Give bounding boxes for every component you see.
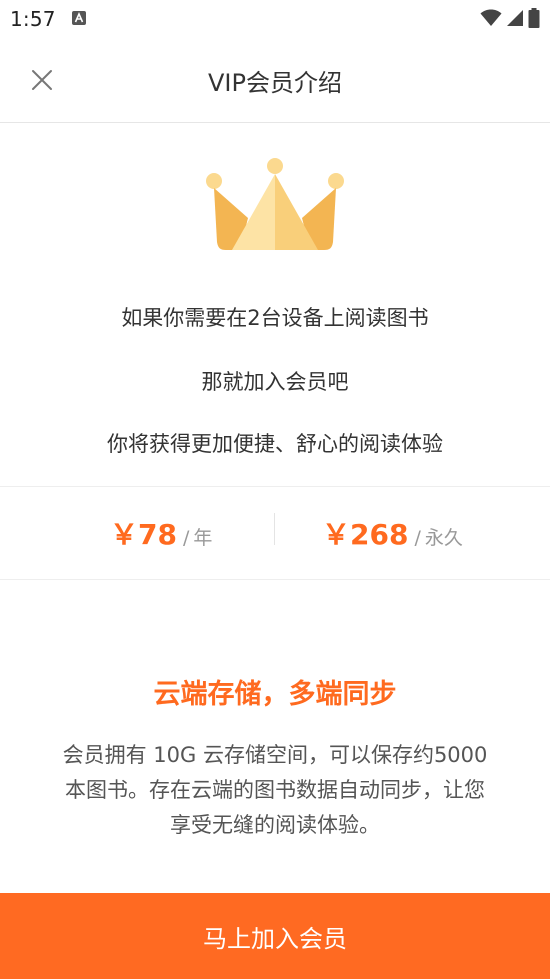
price-unit-yearly: 年 (193, 527, 213, 549)
battery-icon (528, 8, 540, 28)
join-vip-button-label: 马上加入会员 (203, 924, 347, 953)
join-vip-button[interactable]: 马上加入会员 (0, 893, 550, 979)
intro-line-3: 你将获得更加便捷、舒心的阅读体验 (107, 432, 443, 456)
vip-intro-screen: 1:57 VIP会员介绍 如果你需要在2台设备上阅读图书 那就加入会员吧 你将获… (0, 0, 550, 979)
price-separator: / (182, 527, 190, 549)
feature-title: 云端存储，多端同步 (153, 679, 397, 710)
status-bar: 1:57 (0, 0, 550, 38)
pricing-section: ￥78 / 年 ￥268 / 永久 (0, 486, 550, 580)
signal-icon (507, 10, 523, 26)
price-divider (274, 513, 275, 545)
price-unit-lifetime: 永久 (424, 527, 463, 549)
feature-description: 会员拥有 10G 云存储空间，可以保存约5000本图书。存在云端的图书数据自动同… (62, 743, 488, 837)
price-option-yearly[interactable]: ￥78 / 年 (110, 513, 213, 551)
status-time: 1:57 (10, 7, 56, 31)
price-separator: / (414, 527, 421, 549)
status-icons (480, 7, 540, 29)
crown-icon (206, 158, 344, 250)
notification-icon (72, 11, 86, 25)
page-title: VIP会员介绍 (208, 69, 342, 97)
intro-line-2: 那就加入会员吧 (201, 370, 349, 394)
price-amount-lifetime: ￥268 (322, 518, 409, 551)
wifi-icon (480, 9, 502, 26)
price-option-lifetime[interactable]: ￥268 / 永久 (322, 513, 463, 551)
price-amount-yearly: ￥78 (110, 518, 177, 551)
app-bar: VIP会员介绍 (0, 38, 550, 123)
intro-line-1: 如果你需要在2台设备上阅读图书 (121, 306, 429, 330)
